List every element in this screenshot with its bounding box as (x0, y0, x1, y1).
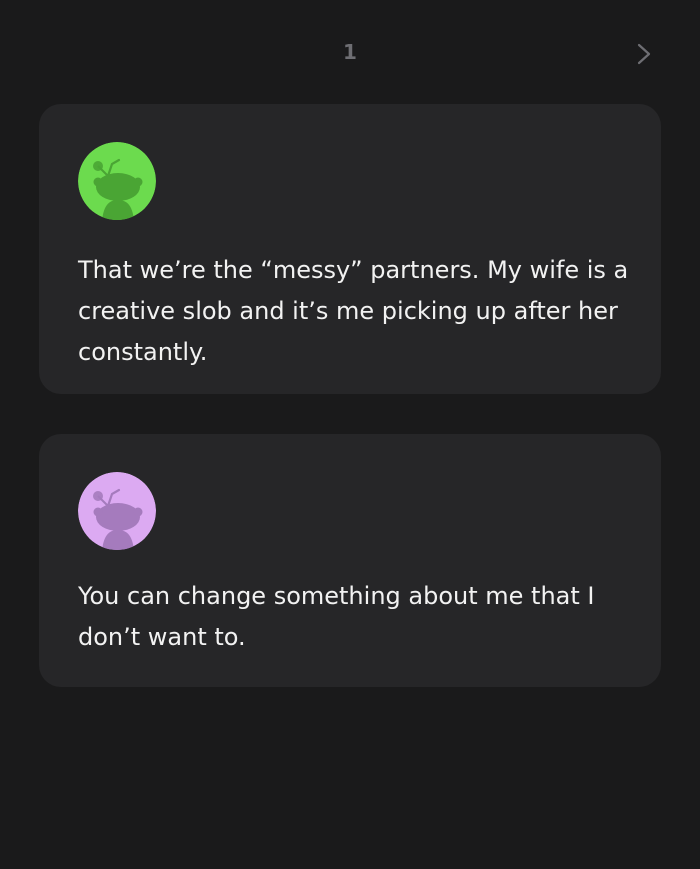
snoo-avatar-icon (78, 142, 156, 220)
comment-card[interactable]: You can change something about me that I… (39, 434, 661, 687)
snoo-avatar-icon (78, 472, 156, 550)
comment-card[interactable]: That we’re the “messy” partners. My wife… (39, 104, 661, 394)
avatar[interactable] (78, 472, 156, 550)
comment-text: That we’re the “messy” partners. My wife… (78, 256, 629, 366)
comment-text: You can change something about me that I… (78, 582, 595, 651)
next-page-button[interactable] (626, 36, 662, 72)
comment-feed-page: 1 That we’re the “messy” partners. My wi… (0, 0, 700, 869)
avatar[interactable] (78, 142, 156, 220)
page-number: 1 (343, 40, 357, 64)
pagination-bar: 1 (0, 36, 700, 76)
chevron-right-icon (637, 43, 651, 65)
